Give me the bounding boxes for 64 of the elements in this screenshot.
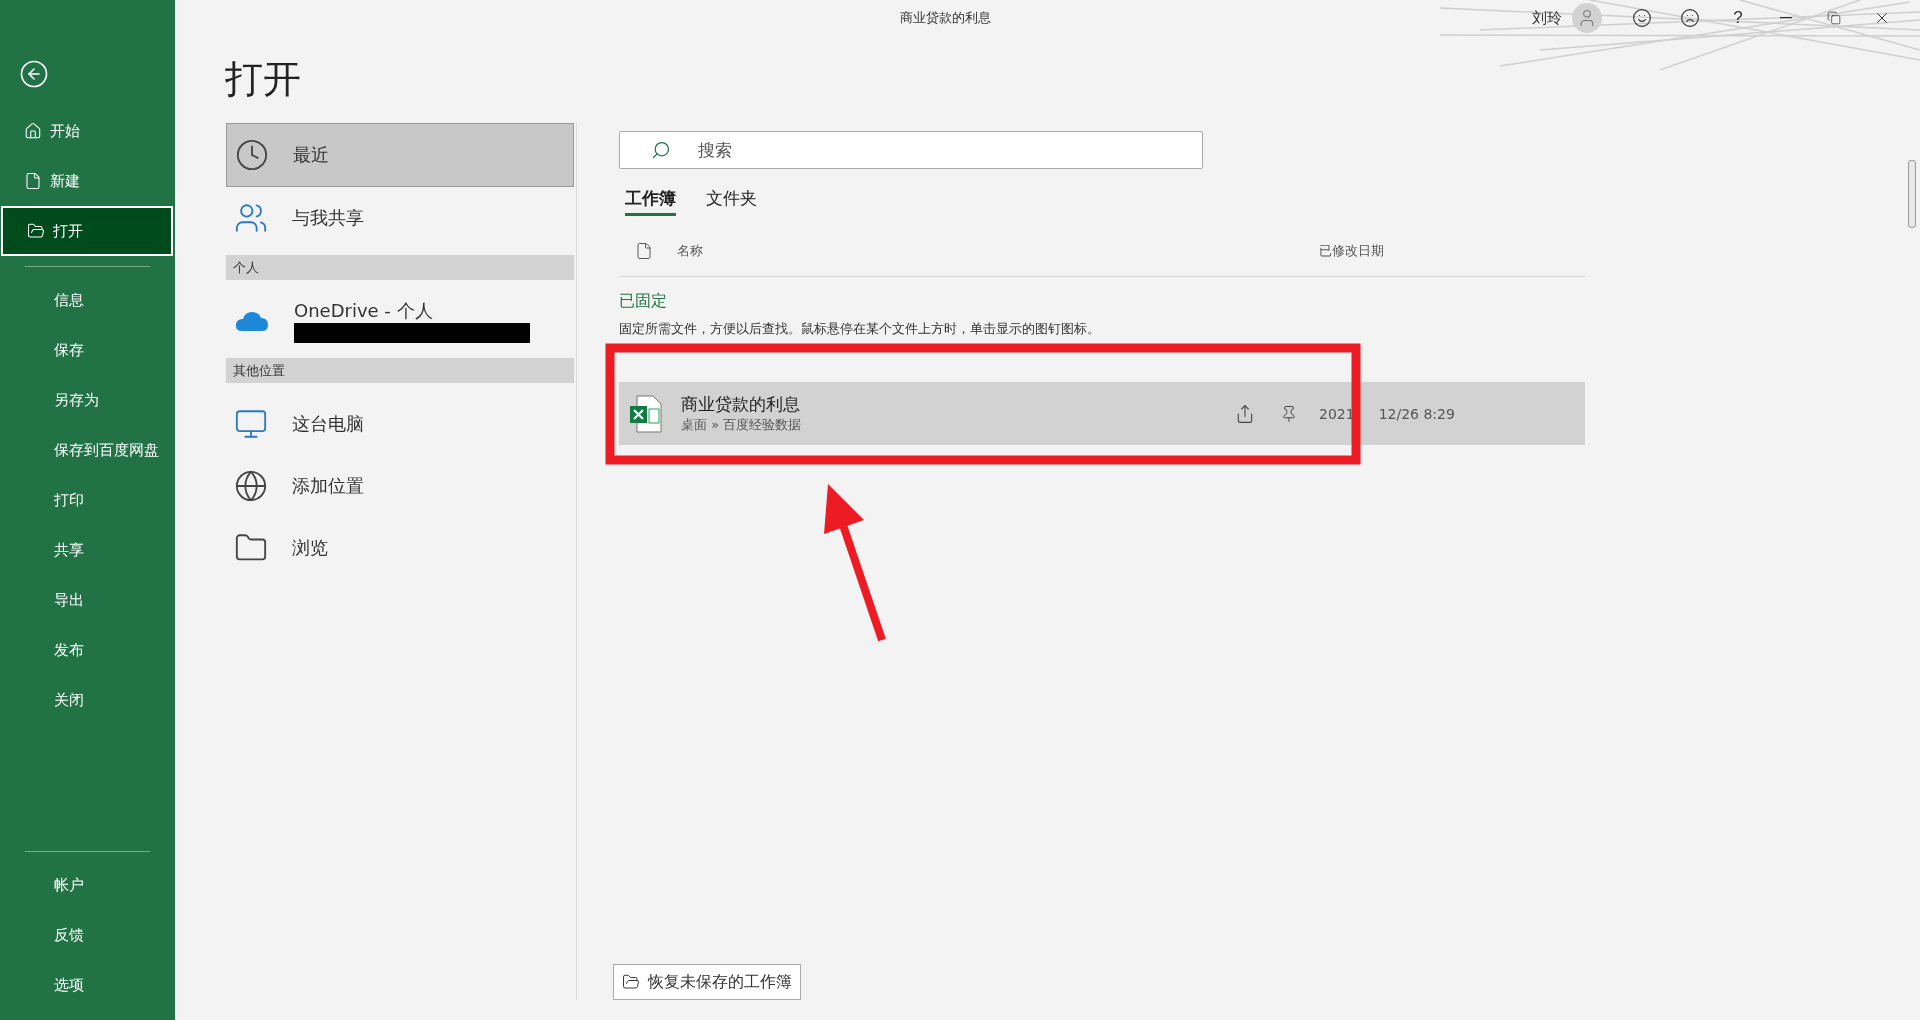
- location-item[interactable]: 添加位置: [226, 455, 574, 517]
- menu-item[interactable]: 新建: [0, 156, 175, 206]
- menu-item[interactable]: 打开: [1, 206, 173, 256]
- location-item[interactable]: 最近: [226, 123, 574, 187]
- spreadsheet-file-icon: [629, 394, 663, 433]
- recover-button[interactable]: 恢复未保存的工作簿: [613, 964, 801, 1000]
- help-button[interactable]: ?: [1714, 2, 1762, 34]
- menu-item[interactable]: 选项: [0, 960, 175, 1010]
- home-icon: [24, 122, 42, 140]
- menu-item[interactable]: 关闭: [0, 675, 175, 725]
- tab[interactable]: 工作簿: [625, 183, 676, 216]
- menu-item[interactable]: 导出: [0, 575, 175, 625]
- column-header[interactable]: 已修改日期: [1319, 242, 1585, 260]
- file-icon: [24, 172, 42, 190]
- column-header[interactable]: 名称: [677, 242, 1319, 260]
- location-item[interactable]: 浏览: [226, 517, 574, 579]
- section-header: 个人: [226, 255, 574, 280]
- page-title: 打开: [225, 56, 302, 103]
- file-name: 商业贷款的利息: [681, 393, 801, 416]
- folder-icon: [622, 973, 640, 991]
- computer-icon: [234, 407, 268, 441]
- location-label: 与我共享: [292, 206, 364, 230]
- menu-item[interactable]: 帐户: [0, 860, 175, 910]
- menu-item[interactable]: 另存为: [0, 375, 175, 425]
- search-field[interactable]: 搜索: [619, 131, 1203, 169]
- location-label: 这台电脑: [292, 412, 364, 436]
- scrollbar[interactable]: [1908, 160, 1916, 228]
- cloud-icon: [234, 309, 270, 333]
- avatar-button[interactable]: [1572, 3, 1602, 33]
- section-title: 已固定: [619, 291, 668, 312]
- restore-icon: [1827, 11, 1841, 25]
- location-label: 最近: [293, 143, 329, 167]
- window-title: 商业贷款的利息: [900, 9, 991, 27]
- smile-icon: [1632, 8, 1652, 28]
- menu-item[interactable]: 开始: [0, 106, 175, 156]
- file-icon: [635, 242, 653, 260]
- search-icon: [651, 140, 671, 160]
- section-header: 其他位置: [226, 358, 574, 383]
- location-label: 浏览: [292, 536, 328, 560]
- minimize-icon: [1780, 17, 1792, 19]
- location-label: 添加位置: [292, 474, 364, 498]
- location-item[interactable]: OneDrive - 个人: [226, 290, 574, 352]
- pin-icon: [1280, 404, 1298, 423]
- clock-icon: [235, 138, 269, 172]
- menu-item[interactable]: 共享: [0, 525, 175, 575]
- file-path: 桌面 » 百度经验数据: [681, 416, 803, 434]
- menu-item[interactable]: 反馈: [0, 910, 175, 960]
- frown-icon: [1680, 8, 1700, 28]
- menu-item[interactable]: 信息: [0, 275, 175, 325]
- location-item[interactable]: 与我共享: [226, 187, 574, 249]
- location-item[interactable]: 这台电脑: [226, 393, 574, 455]
- folder-icon: [27, 222, 45, 240]
- modified-date: 12/26 8:29: [1378, 405, 1455, 422]
- menu-item[interactable]: 打印: [0, 475, 175, 525]
- globe-icon: [234, 469, 268, 503]
- hint-text: 固定所需文件，方便以后查找。鼠标悬停在某个文件上方时，单击显示的图钉图标。: [619, 320, 1101, 338]
- menu-item[interactable]: 发布: [0, 625, 175, 675]
- share-icon: [1235, 403, 1255, 424]
- menu-item[interactable]: 保存到百度网盘: [0, 425, 175, 475]
- tab[interactable]: 文件夹: [706, 183, 757, 216]
- menu-item[interactable]: 保存: [0, 325, 175, 375]
- user-name: 刘玲: [1532, 8, 1562, 28]
- location-label: OneDrive - 个人: [294, 299, 434, 323]
- people-icon: [234, 201, 268, 235]
